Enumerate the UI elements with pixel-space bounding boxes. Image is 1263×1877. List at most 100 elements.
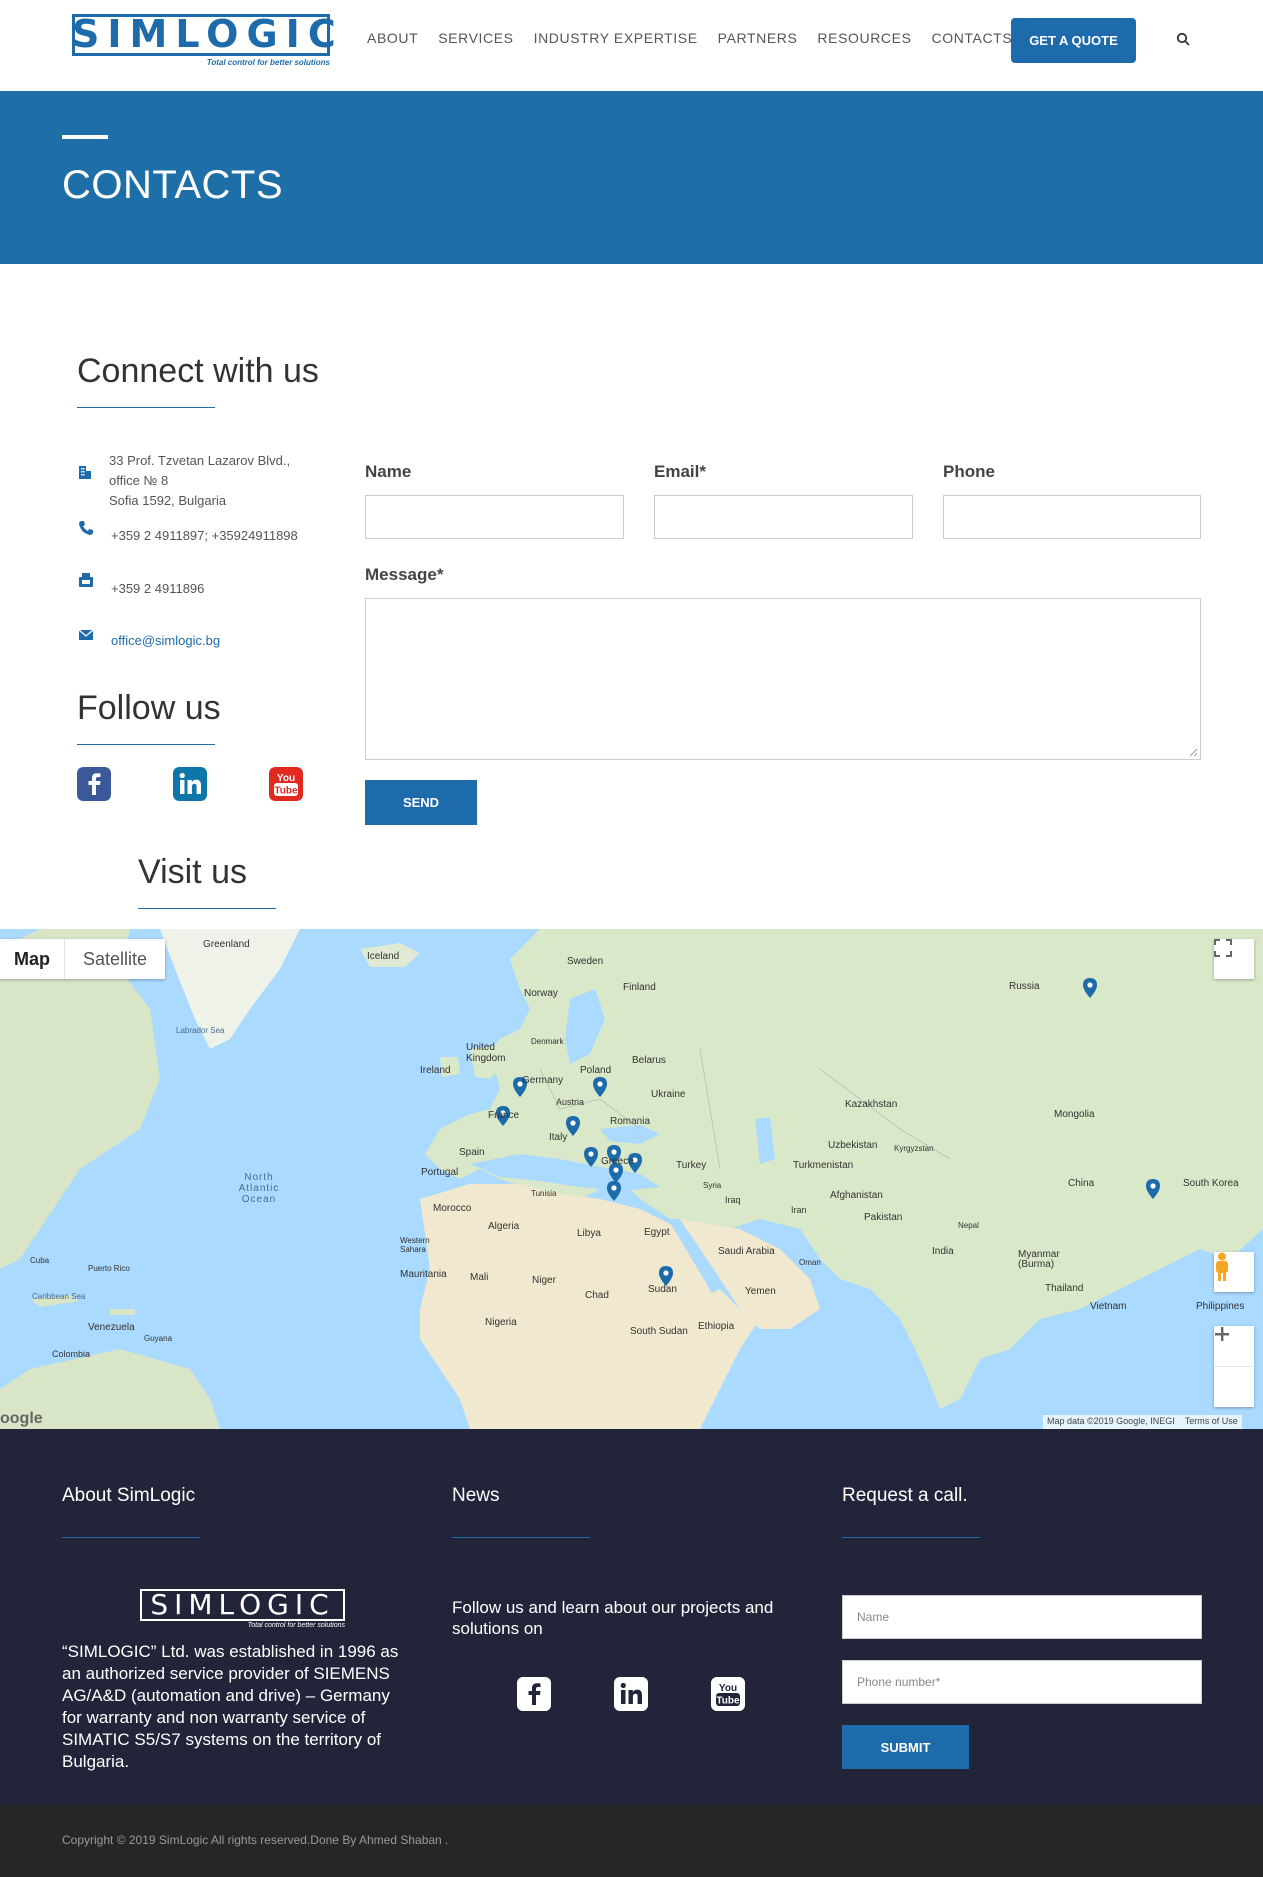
map-label: Turkmenistan — [793, 1160, 854, 1171]
map-label: Chad — [585, 1290, 609, 1301]
search-icon[interactable] — [1176, 32, 1190, 46]
banner-accent-bar — [62, 135, 108, 139]
pegman-icon — [1216, 1252, 1228, 1281]
map-marker-icon[interactable] — [1083, 978, 1097, 998]
footer-facebook-icon[interactable] — [517, 1677, 551, 1711]
map-marker-icon[interactable] — [566, 1116, 580, 1136]
callback-phone-input[interactable]: Phone number* — [842, 1660, 1202, 1704]
map-data-credit: Map data ©2019 Google, INEGI — [1047, 1416, 1175, 1426]
map-label: South Sudan — [630, 1326, 688, 1337]
name-label: Name — [365, 462, 412, 481]
map-label: South Korea — [1183, 1178, 1239, 1189]
submit-button[interactable]: SUBMIT — [842, 1725, 969, 1769]
news-text: Follow us and learn about our projects a… — [452, 1598, 774, 1638]
map-label: Pakistan — [864, 1212, 903, 1223]
google-logo: oogle — [0, 1410, 43, 1427]
satellite-tab[interactable]: Satellite — [64, 939, 165, 979]
message-label: Message* — [365, 565, 444, 584]
fullscreen-icon — [1214, 939, 1232, 957]
youtube-icon[interactable]: You Tube — [269, 767, 303, 801]
send-button[interactable]: SEND — [365, 780, 477, 825]
map-tab[interactable]: Map — [0, 939, 64, 979]
visit-title: Visit us — [138, 853, 247, 891]
map-label: Algeria — [488, 1221, 520, 1232]
news-title: News — [452, 1485, 500, 1506]
resize-handle-icon[interactable] — [1188, 747, 1198, 757]
page-banner: CONTACTS — [0, 91, 1263, 264]
connect-title: Connect with us — [77, 352, 319, 390]
map-marker-icon[interactable] — [593, 1077, 607, 1097]
fullscreen-button[interactable] — [1214, 939, 1254, 979]
google-map[interactable]: Greenland Iceland Sweden Finland Norway … — [0, 929, 1263, 1429]
message-textarea[interactable] — [365, 598, 1201, 760]
map-label: North Atlantic Ocean — [238, 1172, 280, 1205]
building-icon — [79, 466, 91, 479]
map-label: Afghanistan — [830, 1190, 883, 1201]
map-label: Nigeria — [485, 1317, 517, 1328]
map-label: Mali — [470, 1272, 489, 1283]
street-view-button[interactable] — [1214, 1252, 1254, 1292]
logo-text: SIMLOGIC — [72, 12, 344, 56]
map-label: Ukraine — [651, 1089, 686, 1100]
simlogic-logo[interactable]: SIMLOGIC Total control for better soluti… — [72, 12, 344, 70]
main-nav: ABOUT SERVICES INDUSTRY EXPERTISE PARTNE… — [367, 30, 1032, 46]
map-label: Myanmar (Burma) — [1018, 1249, 1060, 1270]
map-label: Uzbekistan — [828, 1140, 878, 1151]
footer-youtube-icon[interactable]: You Tube — [711, 1677, 745, 1711]
about-text: “SIMLOGIC” Ltd. was established in 1996 … — [62, 1642, 399, 1771]
map-label: Sudan — [648, 1284, 677, 1295]
map-label: Mongolia — [1054, 1109, 1095, 1120]
phone-field[interactable] — [943, 495, 1201, 539]
email-link[interactable]: office@simlogic.bg — [111, 631, 220, 651]
zoom-out-button[interactable] — [1214, 1333, 1254, 1407]
map-attribution: Map data ©2019 Google, INEGI Terms of Us… — [1043, 1415, 1242, 1429]
map-label: Yemen — [745, 1286, 776, 1297]
follow-underline — [77, 744, 215, 745]
terms-of-use-link[interactable]: Terms of Use — [1185, 1416, 1238, 1428]
footer-logo-text: SIMLOGIC — [150, 1588, 335, 1621]
map-label: Oman — [799, 1258, 821, 1267]
callback-name-input[interactable]: Name — [842, 1595, 1202, 1639]
nav-industry-expertise[interactable]: INDUSTRY EXPERTISE — [534, 30, 698, 46]
nav-partners[interactable]: PARTNERS — [718, 30, 798, 46]
facebook-icon[interactable] — [77, 767, 111, 801]
address: 33 Prof. Tzvetan Lazarov Blvd., office №… — [109, 451, 290, 511]
map-label: Germany — [522, 1075, 564, 1086]
address-line-2: office № 8 — [109, 473, 169, 488]
map-label: Greece — [601, 1156, 634, 1167]
nav-services[interactable]: SERVICES — [438, 30, 513, 46]
get-a-quote-button[interactable]: GET A QUOTE — [1011, 18, 1136, 63]
map-label: Norway — [524, 988, 558, 999]
map-label: Guyana — [144, 1334, 173, 1343]
map-label: Syria — [703, 1181, 722, 1190]
map-label: Tunisia — [531, 1189, 557, 1198]
map-label: United Kingdom — [466, 1042, 506, 1064]
svg-text:oogle: oogle — [0, 1410, 43, 1427]
map-label: Iran — [791, 1205, 807, 1215]
nav-resources[interactable]: RESOURCES — [817, 30, 911, 46]
map-label: Ethiopia — [698, 1321, 735, 1332]
map-label: Greenland — [203, 939, 250, 950]
email-field[interactable] — [654, 495, 913, 539]
map-marker-icon[interactable] — [1146, 1179, 1160, 1199]
zoom-controls — [1214, 1326, 1254, 1407]
phone-label: Phone — [943, 462, 995, 481]
map-label: Portugal — [421, 1167, 459, 1178]
footer-linkedin-icon[interactable] — [614, 1677, 648, 1711]
map-label: Labrador Sea — [176, 1026, 225, 1035]
map-marker-icon[interactable] — [659, 1266, 673, 1286]
nav-about[interactable]: ABOUT — [367, 30, 418, 46]
logo-tagline: Total control for better solutions — [206, 58, 330, 67]
map-label: Russia — [1009, 981, 1040, 992]
linkedin-icon[interactable] — [173, 767, 207, 801]
map-marker-icon[interactable] — [607, 1181, 621, 1201]
map-label: Mauritania — [400, 1269, 447, 1280]
map-marker-icon[interactable] — [584, 1147, 598, 1167]
map-label: Finland — [623, 982, 656, 993]
nav-contacts[interactable]: CONTACTS — [932, 30, 1013, 46]
footer-logo: SIMLOGIC Total control for better soluti… — [140, 1589, 345, 1631]
visit-underline — [138, 908, 276, 909]
minus-icon — [1215, 1333, 1229, 1336]
map-label: Iceland — [367, 951, 400, 962]
name-field[interactable] — [365, 495, 624, 539]
